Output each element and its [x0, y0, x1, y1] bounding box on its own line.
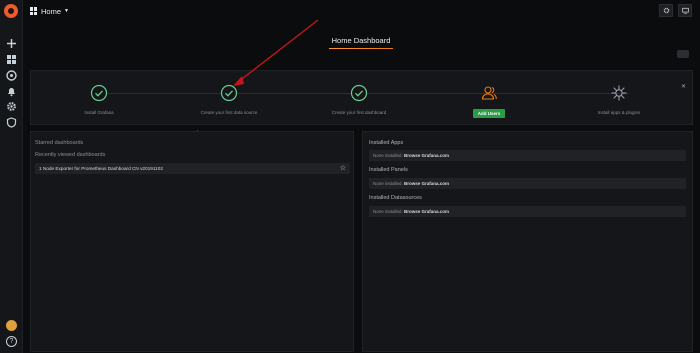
browse-grafana-link[interactable]: Browse Grafana.com — [404, 153, 449, 158]
browse-grafana-link[interactable]: Browse Grafana.com — [404, 209, 449, 214]
star-icon[interactable]: ☆ — [340, 164, 346, 173]
installed-apps-heading: Installed Apps — [369, 140, 404, 146]
dashboards-icon[interactable] — [6, 54, 17, 65]
users-icon — [481, 86, 497, 100]
step-create-data-source[interactable]: Create your first data source — [174, 84, 284, 116]
page-title-container: Home Dashboard — [329, 36, 393, 49]
list-item: None installed. Browse Grafana.com — [369, 150, 686, 161]
title-underline — [329, 48, 393, 49]
list-item[interactable]: 1 Node Exporter for Prometheus Dashboard… — [35, 163, 350, 174]
none-installed-text: None installed. — [373, 209, 403, 214]
dashboard-list-panel: Starred dashboards Recently viewed dashb… — [30, 131, 354, 352]
settings-button[interactable] — [659, 4, 673, 17]
add-users-button[interactable]: Add Users — [472, 109, 506, 118]
bell-icon[interactable] — [6, 86, 17, 97]
step-label: Install apps & plugins — [597, 110, 641, 115]
avatar[interactable] — [6, 320, 17, 331]
shield-icon[interactable] — [6, 117, 17, 128]
getting-started-panel: Install Grafana Create your first data s… — [30, 70, 693, 125]
monitor-icon — [681, 7, 689, 14]
step-label: Create your first dashboard — [331, 110, 387, 115]
dashboard-picker-button[interactable]: Home ▼ — [30, 5, 69, 17]
recent-dashboards-heading: Recently viewed dashboards — [35, 152, 106, 158]
plugin-list-panel: Installed Apps None installed. Browse Gr… — [362, 131, 693, 352]
page-title: Home Dashboard — [331, 36, 391, 45]
starred-dashboards-heading: Starred dashboards — [35, 140, 84, 146]
sidebar: ? — [0, 0, 23, 353]
top-navbar: Home ▼ — [23, 0, 700, 22]
help-icon[interactable]: ? — [6, 336, 17, 347]
dashboards-icon — [30, 7, 38, 15]
step-install-plugins[interactable]: Install apps & plugins — [564, 84, 674, 116]
browse-grafana-link[interactable]: Browse Grafana.com — [404, 181, 449, 186]
dashboard-link[interactable]: 1 Node Exporter for Prometheus Dashboard… — [39, 166, 163, 171]
plugins-icon — [611, 85, 627, 101]
installed-panels-heading: Installed Panels — [369, 167, 408, 173]
check-circle-icon — [90, 84, 108, 102]
scrollbar-thumb[interactable] — [677, 50, 689, 58]
grafana-logo-icon[interactable] — [4, 4, 18, 18]
explore-icon[interactable] — [6, 70, 17, 81]
tv-mode-button[interactable] — [678, 4, 692, 17]
list-item: None installed. Browse Grafana.com — [369, 178, 686, 189]
gear-icon[interactable] — [6, 101, 17, 112]
step-label: Install Grafana — [84, 110, 114, 115]
installed-datasources-heading: Installed Datasources — [369, 195, 422, 201]
close-icon[interactable]: ✕ — [681, 83, 686, 90]
none-installed-text: None installed. — [373, 153, 403, 158]
check-circle-icon — [350, 84, 368, 102]
none-installed-text: None installed. — [373, 181, 403, 186]
step-create-dashboard[interactable]: Create your first dashboard — [304, 84, 414, 116]
gear-icon — [663, 7, 669, 14]
plus-icon[interactable] — [6, 38, 17, 49]
list-item: None installed. Browse Grafana.com — [369, 206, 686, 217]
step-add-users: Add Users — [434, 84, 544, 120]
step-install-grafana: Install Grafana — [44, 84, 154, 116]
dashboard-title: Home — [41, 6, 62, 16]
check-circle-icon — [220, 84, 238, 102]
caret-down-icon: ▼ — [64, 8, 69, 14]
step-label: Create your first data source — [200, 110, 258, 115]
